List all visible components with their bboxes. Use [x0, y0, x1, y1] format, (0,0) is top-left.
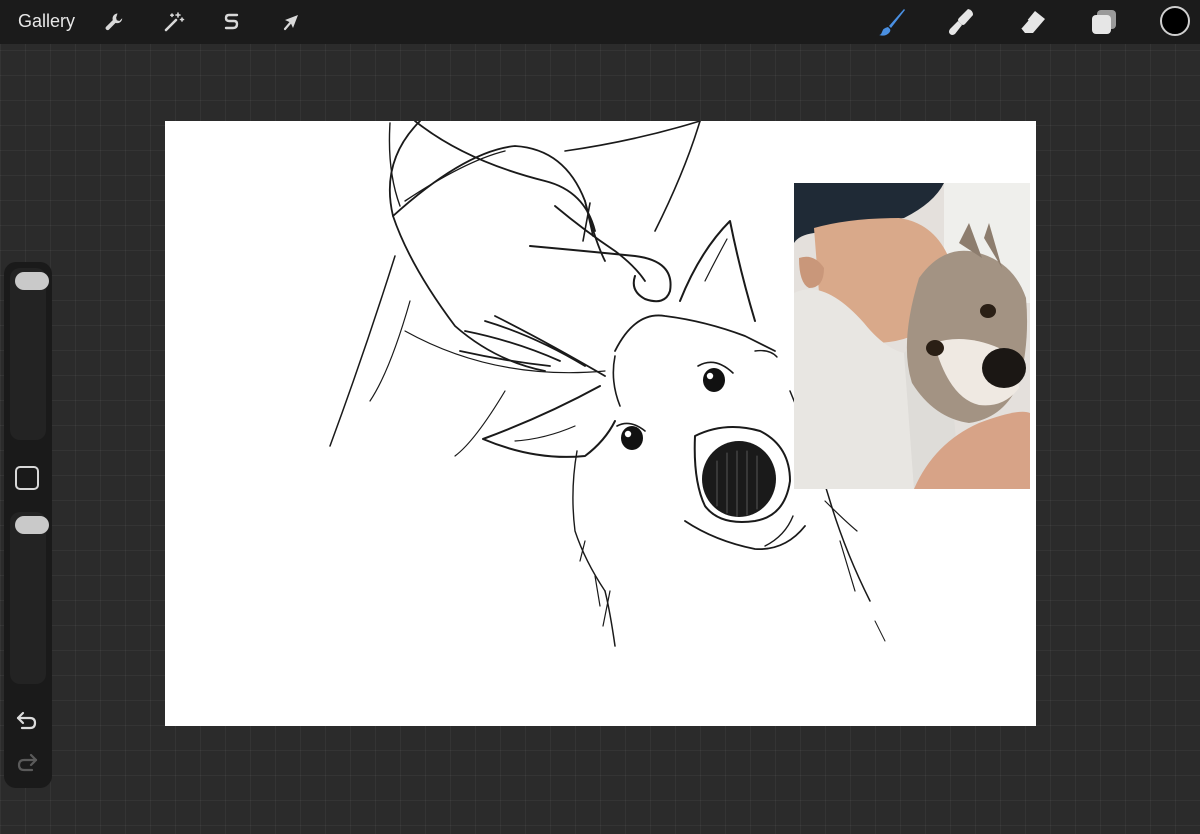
opacity-thumb[interactable]: [15, 516, 49, 534]
undo-arrow-icon[interactable]: [14, 708, 40, 734]
color-swatch[interactable]: [1160, 6, 1190, 36]
brush-icon[interactable]: [876, 6, 908, 38]
brush-size-thumb[interactable]: [15, 272, 49, 290]
selection-s-icon[interactable]: [220, 10, 244, 34]
smudge-finger-icon[interactable]: [946, 7, 976, 37]
opacity-slider[interactable]: [10, 512, 49, 684]
brush-size-slider[interactable]: [10, 268, 49, 440]
gallery-button[interactable]: Gallery: [18, 11, 75, 32]
drawing-canvas[interactable]: [165, 121, 1036, 726]
top-toolbar: Gallery: [0, 0, 1200, 44]
reference-photo[interactable]: [794, 183, 1030, 489]
layers-icon[interactable]: [1090, 8, 1118, 36]
left-sidebar: [4, 262, 52, 788]
magic-wand-icon[interactable]: [162, 10, 186, 34]
wrench-icon[interactable]: [102, 10, 126, 34]
eraser-icon[interactable]: [1018, 7, 1048, 37]
redo-arrow-icon[interactable]: [14, 750, 40, 776]
modify-square-button[interactable]: [15, 466, 39, 490]
arrow-cursor-icon[interactable]: [280, 10, 304, 34]
reference-photo-image: [794, 183, 1030, 489]
